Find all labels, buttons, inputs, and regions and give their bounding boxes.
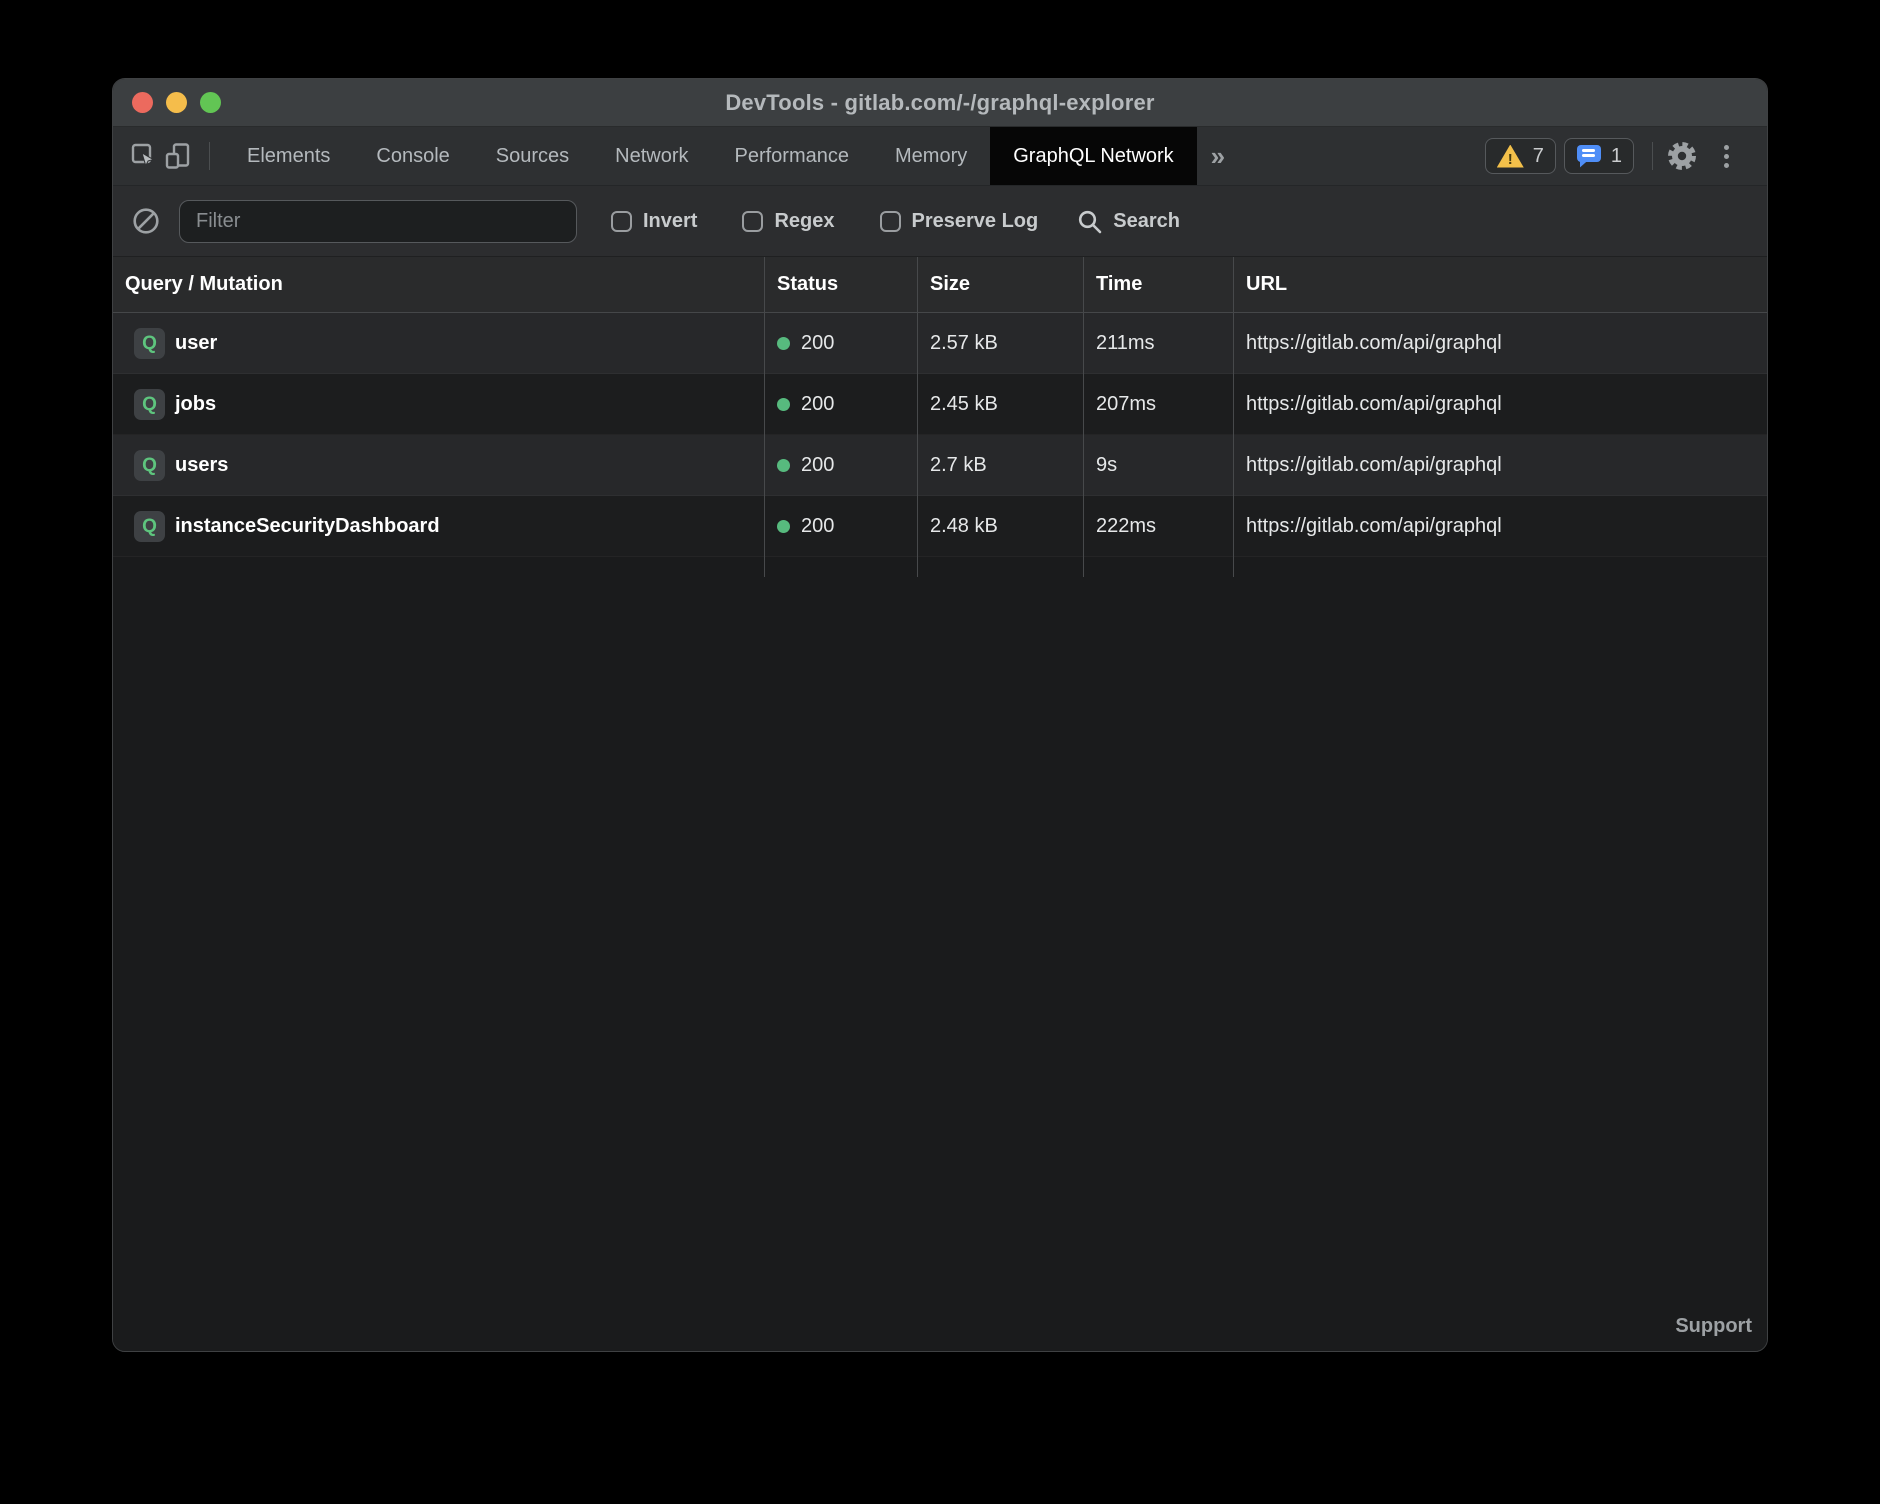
status-cell: 200 — [765, 435, 918, 496]
checkbox-box[interactable] — [742, 211, 763, 232]
inspect-element-button[interactable] — [127, 139, 161, 173]
device-toolbar-icon — [163, 141, 193, 171]
tab-sources[interactable]: Sources — [473, 127, 592, 185]
issue-count: 1 — [1611, 145, 1622, 168]
desktop-background: DevTools - gitlab.com/-/graphql-explorer… — [0, 0, 1880, 1504]
status-code: 200 — [801, 515, 834, 538]
query-name: jobs — [175, 393, 216, 416]
status-ok-dot — [777, 520, 790, 533]
issues-button[interactable]: 1 — [1564, 138, 1634, 174]
search-button[interactable]: Search — [1076, 208, 1180, 235]
size-cell: 2.48 kB — [918, 496, 1084, 557]
tab-performance[interactable]: Performance — [712, 127, 873, 185]
filter-options: Invert Regex Preserve Log — [611, 210, 1038, 233]
devtools-window: DevTools - gitlab.com/-/graphql-explorer… — [112, 78, 1768, 1352]
settings-gear-button[interactable] — [1665, 139, 1699, 173]
query-type-badge: Q — [134, 511, 165, 542]
invert-checkbox[interactable]: Invert — [611, 210, 697, 233]
column-header-url[interactable]: URL — [1234, 257, 1767, 312]
tab-console[interactable]: Console — [353, 127, 472, 185]
tabbar-divider — [209, 142, 210, 170]
checkbox-label: Regex — [774, 210, 834, 233]
status-cell: 200 — [765, 313, 918, 374]
tabbar-divider-right — [1652, 142, 1653, 170]
device-toolbar-button[interactable] — [161, 139, 195, 173]
tab-memory[interactable]: Memory — [872, 127, 990, 185]
query-cell: Quser — [113, 313, 765, 374]
request-list: Quser2002.57 kB211mshttps://gitlab.com/a… — [113, 313, 1767, 557]
table-header: Query / Mutation Status Size Time URL — [113, 257, 1767, 313]
query-name: user — [175, 332, 217, 355]
warning-count: 7 — [1533, 145, 1544, 168]
column-header-time[interactable]: Time — [1084, 257, 1234, 312]
status-code: 200 — [801, 393, 834, 416]
request-row-instancesecuritydashboard[interactable]: QinstanceSecurityDashboard 200 2.48 kB222m… — [113, 496, 1767, 557]
query-name: instanceSecurityDashboard — [175, 515, 440, 538]
size-cell: 2.7 kB — [918, 435, 1084, 496]
time-cell: 9s — [1084, 435, 1234, 496]
kebab-dot — [1724, 145, 1729, 150]
devtools-tabbar: ElementsConsoleSourcesNetworkPerformance… — [113, 127, 1767, 186]
url-cell: https://gitlab.com/api/graphql — [1234, 313, 1767, 374]
request-row-jobs[interactable]: Qjobs 200 2.45 kB207mshttps://gitlab.com/a… — [113, 374, 1767, 435]
regex-checkbox[interactable]: Regex — [742, 210, 834, 233]
search-label: Search — [1113, 210, 1180, 233]
status-code: 200 — [801, 454, 834, 477]
more-options-button[interactable] — [1709, 139, 1743, 173]
url-cell: https://gitlab.com/api/graphql — [1234, 374, 1767, 435]
column-header-size[interactable]: Size — [918, 257, 1084, 312]
query-cell: Qjobs — [113, 374, 765, 435]
filter-input[interactable] — [179, 200, 577, 243]
status-ok-dot — [777, 398, 790, 411]
filter-toolbar: Invert Regex Preserve Log Search — [113, 186, 1767, 257]
kebab-dot — [1724, 154, 1729, 159]
time-cell: 211ms — [1084, 313, 1234, 374]
window-title: DevTools - gitlab.com/-/graphql-explorer — [113, 79, 1767, 126]
search-icon — [1076, 208, 1103, 235]
url-cell: https://gitlab.com/api/graphql — [1234, 435, 1767, 496]
query-cell: QinstanceSecurityDashboard — [113, 496, 765, 557]
status-cell: 200 — [765, 374, 918, 435]
panel-tabs: ElementsConsoleSourcesNetworkPerformance… — [224, 127, 1197, 185]
status-ok-dot — [777, 337, 790, 350]
gear-icon — [1665, 139, 1699, 173]
column-header-query[interactable]: Query / Mutation — [113, 257, 765, 312]
titlebar: DevTools - gitlab.com/-/graphql-explorer — [113, 79, 1767, 127]
column-divider-stubs — [113, 557, 1767, 577]
inspect-cursor-icon — [129, 141, 159, 171]
tab-network[interactable]: Network — [592, 127, 711, 185]
checkbox-label: Preserve Log — [912, 210, 1039, 233]
tab-elements[interactable]: Elements — [224, 127, 353, 185]
checkbox-box[interactable] — [880, 211, 901, 232]
warnings-button[interactable]: 7 — [1485, 138, 1556, 174]
clear-requests-button[interactable] — [127, 202, 165, 240]
message-icon — [1576, 145, 1602, 168]
empty-content-area: Support — [113, 577, 1767, 1351]
size-cell: 2.45 kB — [918, 374, 1084, 435]
query-name: users — [175, 454, 228, 477]
checkbox-label: Invert — [643, 210, 697, 233]
status-cell: 200 — [765, 496, 918, 557]
size-cell: 2.57 kB — [918, 313, 1084, 374]
checkbox-box[interactable] — [611, 211, 632, 232]
more-tabs-button[interactable]: » — [1201, 143, 1235, 169]
support-link[interactable]: Support — [1675, 1315, 1752, 1338]
query-cell: Qusers — [113, 435, 765, 496]
kebab-dot — [1724, 163, 1729, 168]
query-type-badge: Q — [134, 389, 165, 420]
column-header-status[interactable]: Status — [765, 257, 918, 312]
query-type-badge: Q — [134, 328, 165, 359]
preserve-log-checkbox[interactable]: Preserve Log — [880, 210, 1039, 233]
tab-graphql-network[interactable]: GraphQL Network — [990, 127, 1196, 185]
warning-icon — [1497, 145, 1524, 168]
url-cell: https://gitlab.com/api/graphql — [1234, 496, 1767, 557]
block-icon — [131, 206, 161, 236]
time-cell: 222ms — [1084, 496, 1234, 557]
status-ok-dot — [777, 459, 790, 472]
request-row-users[interactable]: Qusers 200 2.7 kB9shttps://gitlab.com/api/… — [113, 435, 1767, 496]
request-row-user[interactable]: Quser 200 2.57 kB211mshttps://gitlab.com/a… — [113, 313, 1767, 374]
time-cell: 207ms — [1084, 374, 1234, 435]
query-type-badge: Q — [134, 450, 165, 481]
status-code: 200 — [801, 332, 834, 355]
